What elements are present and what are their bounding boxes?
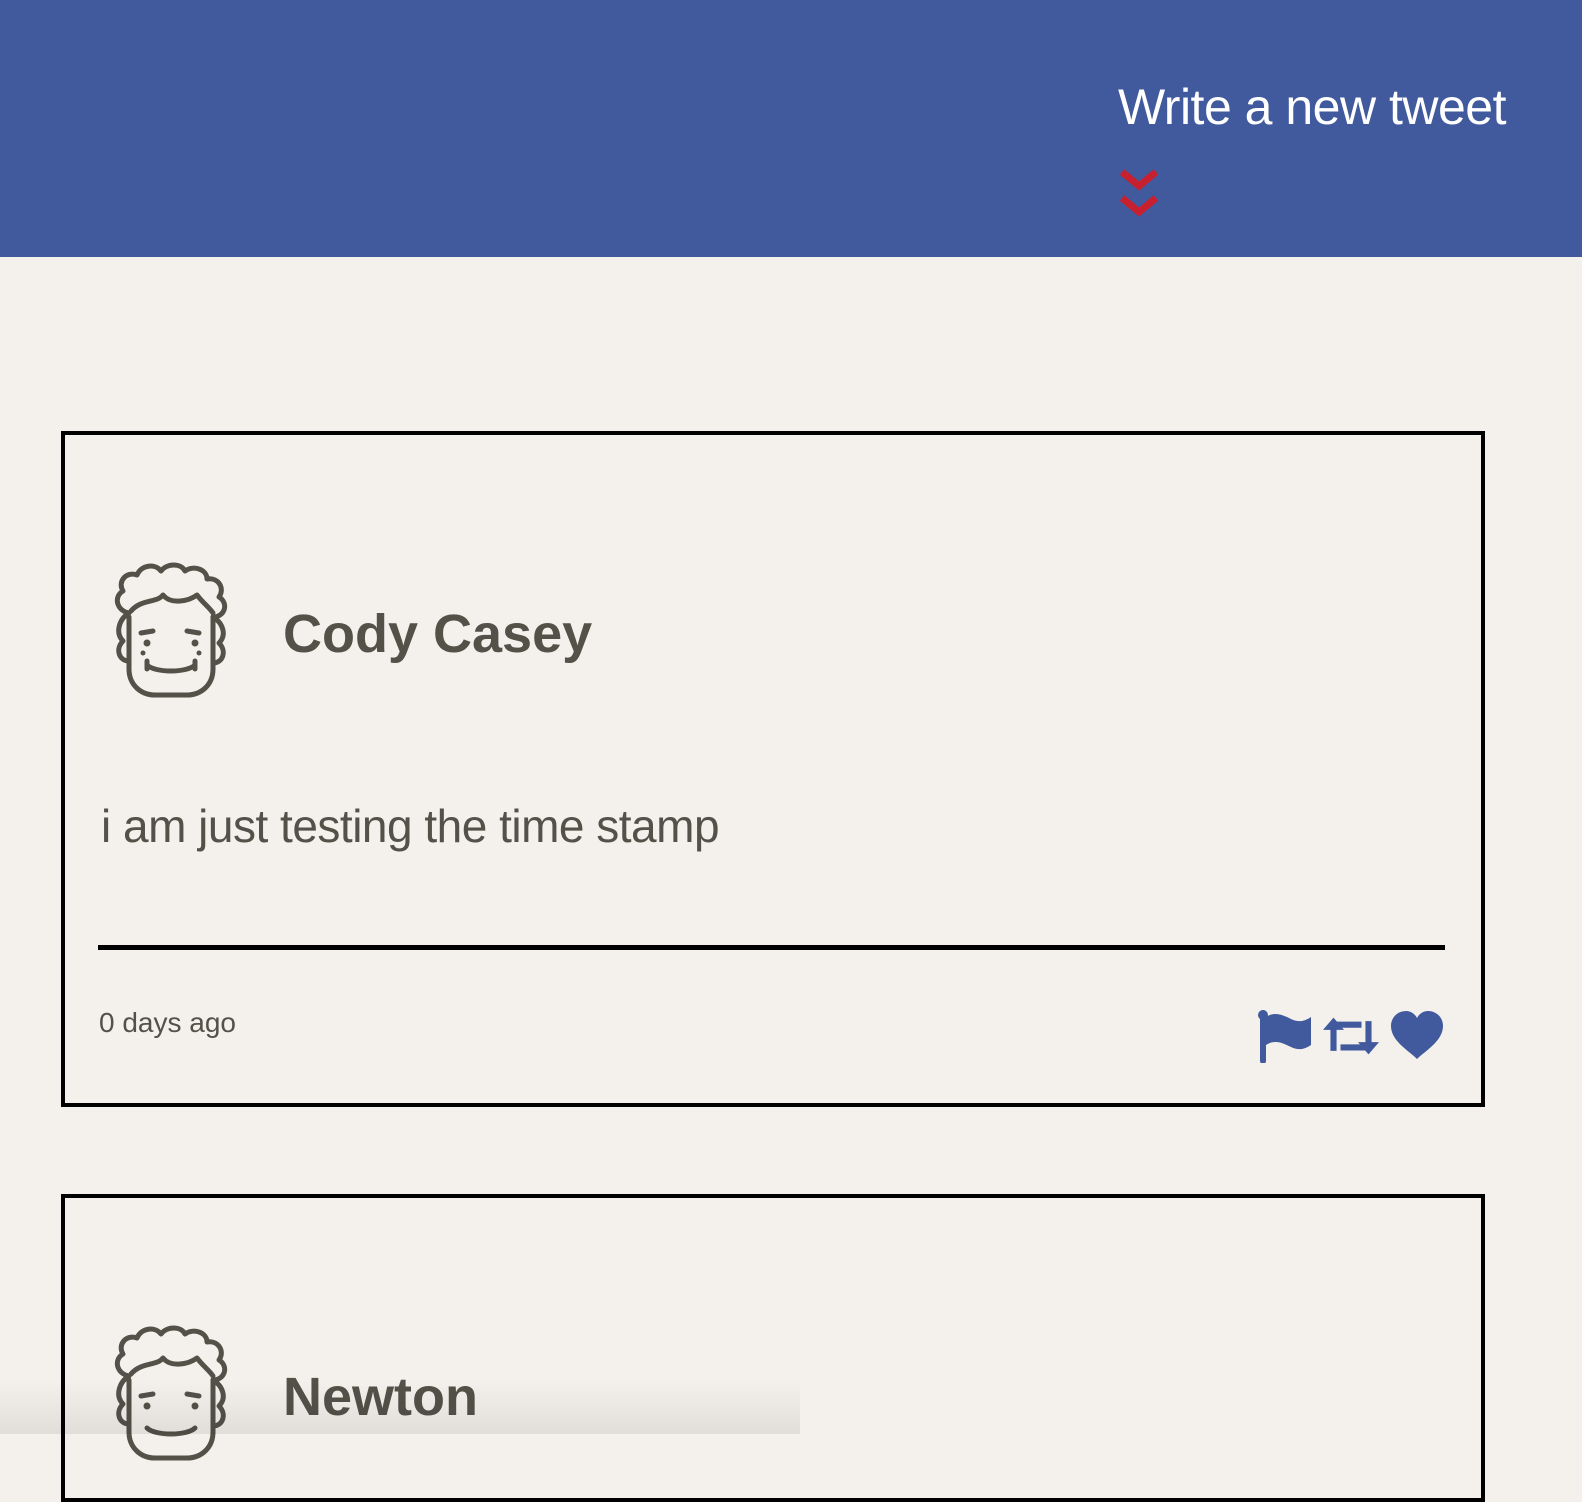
avatar-icon (114, 562, 228, 698)
tweet-timestamp: 0 days ago (99, 1007, 236, 1038)
flag-icon[interactable] (1257, 1009, 1313, 1063)
tweet-author-name: Cody Casey (283, 604, 593, 664)
tweet-card: Newton (61, 1194, 1485, 1502)
tweet-author-name: Newton (283, 1367, 478, 1427)
tweet-content: i am just testing the time stamp (101, 800, 720, 852)
double-chevron-down-icon[interactable] (1118, 168, 1160, 220)
top-nav: Write a new tweet (0, 0, 1582, 257)
avatar-icon (114, 1325, 228, 1461)
heart-icon[interactable] (1389, 1009, 1445, 1063)
tweet-card: Cody Casey i am just testing the time st… (61, 431, 1485, 1107)
tweet-actions (1257, 1009, 1445, 1063)
write-tweet-button[interactable]: Write a new tweet (1118, 78, 1506, 136)
retweet-icon[interactable] (1323, 1009, 1379, 1063)
tweet-divider (98, 945, 1445, 950)
